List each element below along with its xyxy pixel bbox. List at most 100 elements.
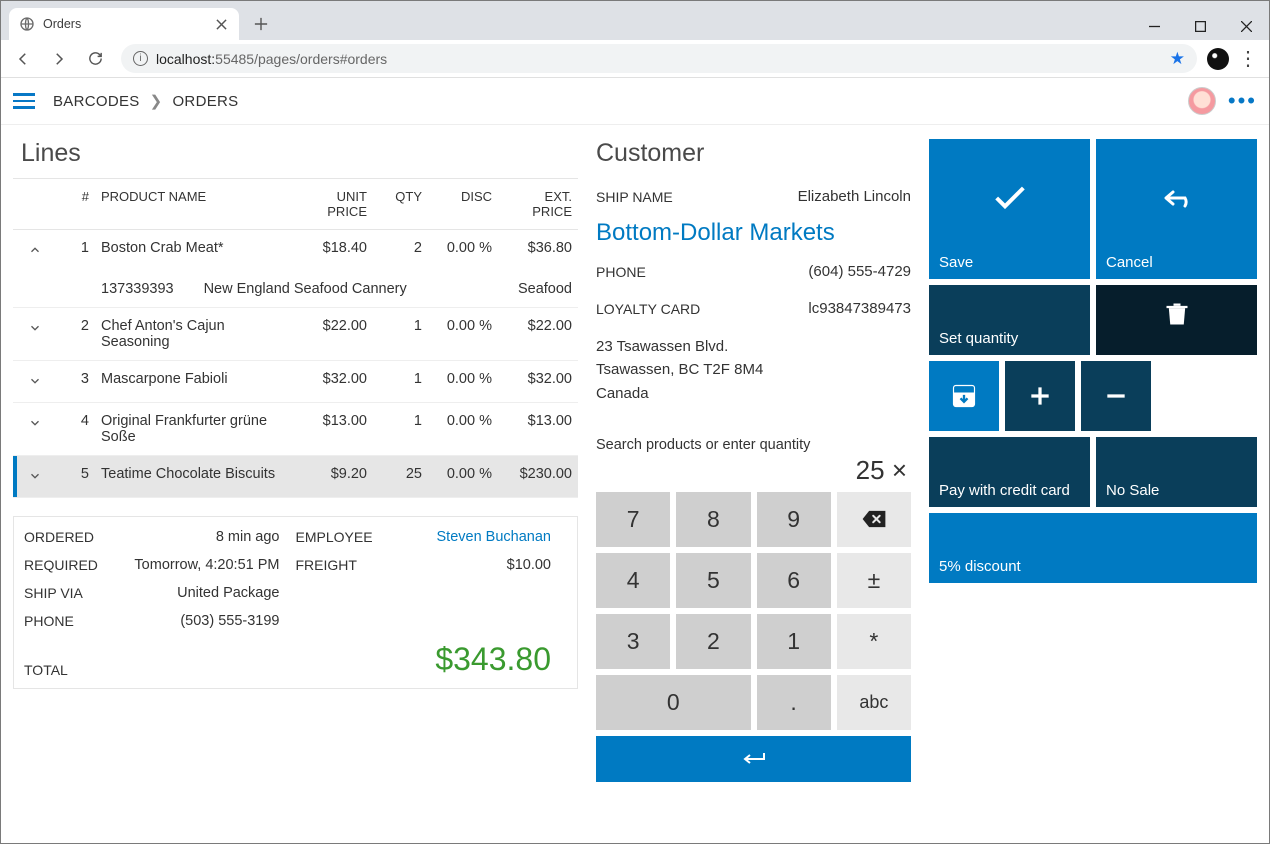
numeric-keypad: 7 8 9 4 5 6 ± 3 2 1 * 0 . abc <box>596 492 911 782</box>
browser-menu-button[interactable]: ⋮ <box>1233 46 1263 71</box>
key-7[interactable]: 7 <box>596 492 670 547</box>
minus-tile[interactable] <box>1081 361 1151 431</box>
search-display[interactable]: 25 × <box>596 453 911 492</box>
customer-title: Customer <box>596 139 911 168</box>
window-maximize-button[interactable] <box>1177 12 1223 40</box>
tab-title: Orders <box>43 17 205 31</box>
site-info-icon[interactable]: i <box>133 51 148 66</box>
loyalty-label: LOYALTY CARD <box>596 301 700 317</box>
total-label: TOTAL <box>24 662 68 678</box>
product-code: 137339393 <box>101 281 174 297</box>
phone-label: PHONE <box>24 613 74 629</box>
table-row[interactable]: 5Teatime Chocolate Biscuits$9.20250.00 %… <box>13 456 578 498</box>
app-header: BARCODES ❯ ORDERS ••• <box>1 78 1269 125</box>
shipname-label: SHIP NAME <box>596 189 673 205</box>
col-qty[interactable]: QTY <box>373 179 428 230</box>
table-row[interactable]: 1Boston Crab Meat*$18.4020.00 %$36.80 <box>13 230 578 272</box>
col-ext[interactable]: EXT. PRICE <box>498 179 578 230</box>
chevron-down-icon[interactable] <box>25 371 45 391</box>
set-quantity-tile[interactable]: Set quantity <box>929 285 1090 355</box>
key-6[interactable]: 6 <box>757 553 831 608</box>
cust-phone-label: PHONE <box>596 264 646 280</box>
table-row[interactable]: 2Chef Anton's Cajun Seasoning$22.0010.00… <box>13 308 578 361</box>
col-num[interactable]: # <box>57 179 95 230</box>
employee-link[interactable]: Steven Buchanan <box>437 529 551 545</box>
chevron-up-icon[interactable] <box>25 240 45 260</box>
address-bar[interactable]: i localhost:55485/pages/orders#orders ★ <box>121 44 1197 73</box>
chevron-down-icon[interactable] <box>25 466 45 486</box>
minus-icon <box>1103 383 1129 409</box>
chevron-down-icon[interactable] <box>25 318 45 338</box>
table-row[interactable]: 4Original Frankfurter grüne Soße$13.0010… <box>13 403 578 456</box>
window-close-button[interactable] <box>1223 12 1269 40</box>
freight-value: $10.00 <box>507 557 551 573</box>
window-titlebar: Orders <box>1 1 1269 40</box>
pay-credit-card-tile[interactable]: Pay with credit card <box>929 437 1090 507</box>
plus-tile[interactable] <box>1005 361 1075 431</box>
required-value: Tomorrow, 4:20:51 PM <box>134 557 279 573</box>
breadcrumb-barcodes[interactable]: BARCODES <box>53 93 140 110</box>
customer-panel: Customer SHIP NAMEElizabeth Lincoln Bott… <box>596 139 911 833</box>
menu-hamburger-button[interactable] <box>13 93 37 109</box>
key-backspace[interactable] <box>837 492 911 547</box>
globe-icon <box>19 16 35 32</box>
key-abc[interactable]: abc <box>837 675 911 730</box>
breadcrumb-orders[interactable]: ORDERS <box>172 93 238 110</box>
chevron-right-icon: ❯ <box>150 92 163 110</box>
phone-value: (503) 555-3199 <box>180 613 279 629</box>
no-sale-tile[interactable]: No Sale <box>1096 437 1257 507</box>
bookmark-star-icon[interactable]: ★ <box>1170 49 1185 69</box>
customer-address: 23 Tsawassen Blvd. Tsawassen, BC T2F 8M4… <box>596 335 911 405</box>
key-5[interactable]: 5 <box>676 553 750 608</box>
archive-tile[interactable] <box>929 361 999 431</box>
required-label: REQUIRED <box>24 557 98 573</box>
new-tab-button[interactable] <box>247 10 275 38</box>
archive-down-icon <box>950 382 978 410</box>
ordered-value: 8 min ago <box>216 529 280 545</box>
nav-back-button[interactable] <box>7 43 39 75</box>
profile-avatar-button[interactable] <box>1207 48 1229 70</box>
customer-company-link[interactable]: Bottom-Dollar Markets <box>596 219 911 247</box>
key-0[interactable]: 0 <box>596 675 751 730</box>
breadcrumb: BARCODES ❯ ORDERS <box>53 92 238 110</box>
freight-label: FREIGHT <box>296 557 357 573</box>
tab-close-icon[interactable] <box>213 16 229 32</box>
nav-reload-button[interactable] <box>79 43 111 75</box>
product-supplier: New England Seafood Cannery <box>204 281 407 297</box>
user-avatar[interactable] <box>1188 87 1216 115</box>
col-name[interactable]: PRODUCT NAME <box>95 179 303 230</box>
key-plusminus[interactable]: ± <box>837 553 911 608</box>
browser-window: Orders i localhost:55485/pages/orders#or… <box>0 0 1270 844</box>
delete-tile[interactable] <box>1096 285 1257 355</box>
discount-tile[interactable]: 5% discount <box>929 513 1257 583</box>
save-tile[interactable]: Save <box>929 139 1090 279</box>
product-category: Seafood <box>498 271 578 308</box>
key-enter[interactable] <box>596 736 911 782</box>
key-8[interactable]: 8 <box>676 492 750 547</box>
key-1[interactable]: 1 <box>757 614 831 669</box>
table-row-detail: 137339393 New England Seafood Cannery Seaf… <box>13 271 578 308</box>
key-3[interactable]: 3 <box>596 614 670 669</box>
table-row[interactable]: 3Mascarpone Fabioli$32.0010.00 %$32.00 <box>13 361 578 403</box>
search-label: Search products or enter quantity <box>596 437 911 453</box>
key-2[interactable]: 2 <box>676 614 750 669</box>
loyalty-value: lc93847389473 <box>808 300 911 317</box>
lines-table: # PRODUCT NAME UNIT PRICE QTY DISC EXT. … <box>13 178 578 498</box>
key-dot[interactable]: . <box>757 675 831 730</box>
key-4[interactable]: 4 <box>596 553 670 608</box>
browser-tab[interactable]: Orders <box>9 8 239 40</box>
ordered-label: ORDERED <box>24 529 94 545</box>
col-disc[interactable]: DISC <box>428 179 498 230</box>
chevron-down-icon[interactable] <box>25 413 45 433</box>
cancel-tile[interactable]: Cancel <box>1096 139 1257 279</box>
window-minimize-button[interactable] <box>1131 12 1177 40</box>
header-more-button[interactable]: ••• <box>1228 88 1257 114</box>
key-multiply[interactable]: * <box>837 614 911 669</box>
total-value: $343.80 <box>435 641 551 678</box>
check-icon <box>990 178 1030 218</box>
order-summary: ORDERED8 min ago EMPLOYEESteven Buchanan… <box>13 516 578 689</box>
nav-forward-button[interactable] <box>43 43 75 75</box>
key-9[interactable]: 9 <box>757 492 831 547</box>
cust-phone-value: (604) 555-4729 <box>808 263 911 280</box>
col-unit[interactable]: UNIT PRICE <box>303 179 373 230</box>
